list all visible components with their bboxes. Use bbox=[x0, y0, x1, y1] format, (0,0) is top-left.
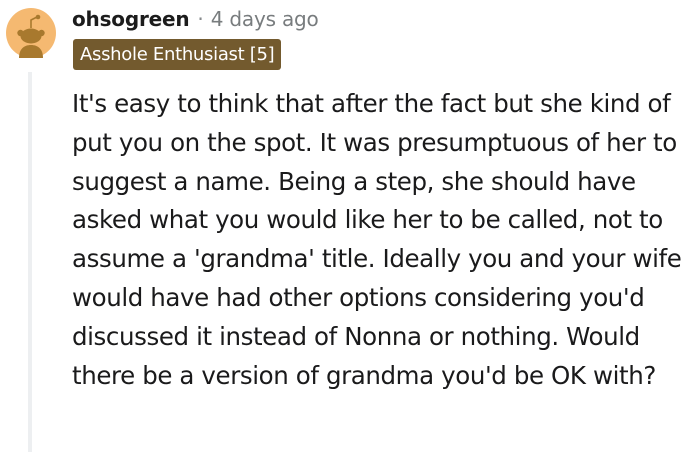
comment-body: It's easy to think that after the fact b… bbox=[72, 89, 682, 390]
user-flair: Asshole Enthusiast [5] bbox=[73, 39, 282, 70]
comment-timestamp[interactable]: 4 days ago bbox=[211, 7, 319, 31]
separator-dot: · bbox=[197, 7, 204, 31]
reddit-snoo-avatar-icon bbox=[6, 8, 56, 58]
comment-author[interactable]: ohsogreen bbox=[72, 7, 190, 31]
thread-line[interactable] bbox=[28, 72, 32, 452]
comment-header: ohsogreen · 4 days ago bbox=[72, 4, 319, 34]
avatar[interactable] bbox=[6, 8, 56, 58]
